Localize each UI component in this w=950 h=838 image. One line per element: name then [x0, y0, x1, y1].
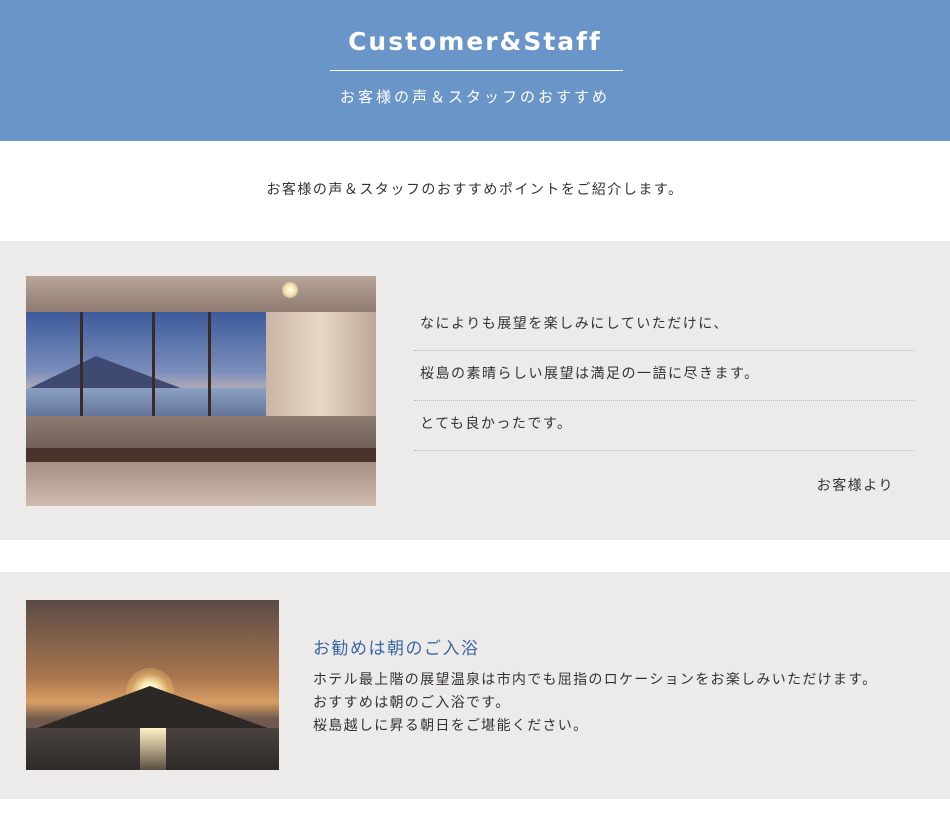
window-frame	[152, 312, 155, 420]
recommendation-line: おすすめは朝のご入浴です。	[313, 695, 511, 711]
comment-line: なによりも展望を楽しみにしていただけに、	[414, 301, 914, 351]
page-title: Customer&Staff	[348, 27, 602, 56]
ceiling-lamp	[282, 282, 298, 298]
recommendation-line: ホテル最上階の展望温泉は市内でも屈指のロケーションをお楽しみいただけます。	[313, 672, 878, 688]
sunrise-photo	[26, 600, 279, 770]
recommendation-line: 桜島越しに昇る朝日をご堪能ください。	[313, 718, 589, 734]
customer-voice-panel: なによりも展望を楽しみにしていただけに、 桜島の素晴らしい展望は満足の一語に尽き…	[0, 241, 950, 540]
comment-line: 桜島の素晴らしい展望は満足の一語に尽きます。	[414, 351, 914, 401]
window-frame	[208, 312, 211, 420]
page-header: Customer&Staff お客様の声＆スタッフのおすすめ	[0, 0, 950, 141]
bath-floor	[26, 462, 376, 506]
onsen-bath-photo	[26, 276, 376, 506]
title-divider	[330, 70, 623, 71]
customer-comment: なによりも展望を楽しみにしていただけに、 桜島の素晴らしい展望は満足の一語に尽き…	[414, 301, 914, 451]
sun-reflection	[140, 728, 166, 770]
recommendation-text: お勧めは朝のご入浴 ホテル最上階の展望温泉は市内でも屈指のロケーションをお楽しみ…	[313, 634, 933, 738]
sakurajima-silhouette	[26, 686, 279, 732]
page-subtitle: お客様の声＆スタッフのおすすめ	[339, 88, 610, 106]
sakurajima-silhouette	[26, 356, 186, 390]
comment-line: とても良かったです。	[414, 401, 914, 451]
intro-text: お客様の声＆スタッフのおすすめポイントをご紹介します。	[266, 182, 684, 198]
comment-signature: お客様より	[816, 478, 894, 494]
window-frame	[80, 312, 83, 420]
staff-recommendation-panel: お勧めは朝のご入浴 ホテル最上階の展望温泉は市内でも屈指のロケーションをお楽しみ…	[0, 572, 950, 799]
bath-rim	[26, 448, 376, 462]
recommendation-heading: お勧めは朝のご入浴	[313, 639, 480, 659]
photo-ceiling	[26, 276, 376, 312]
